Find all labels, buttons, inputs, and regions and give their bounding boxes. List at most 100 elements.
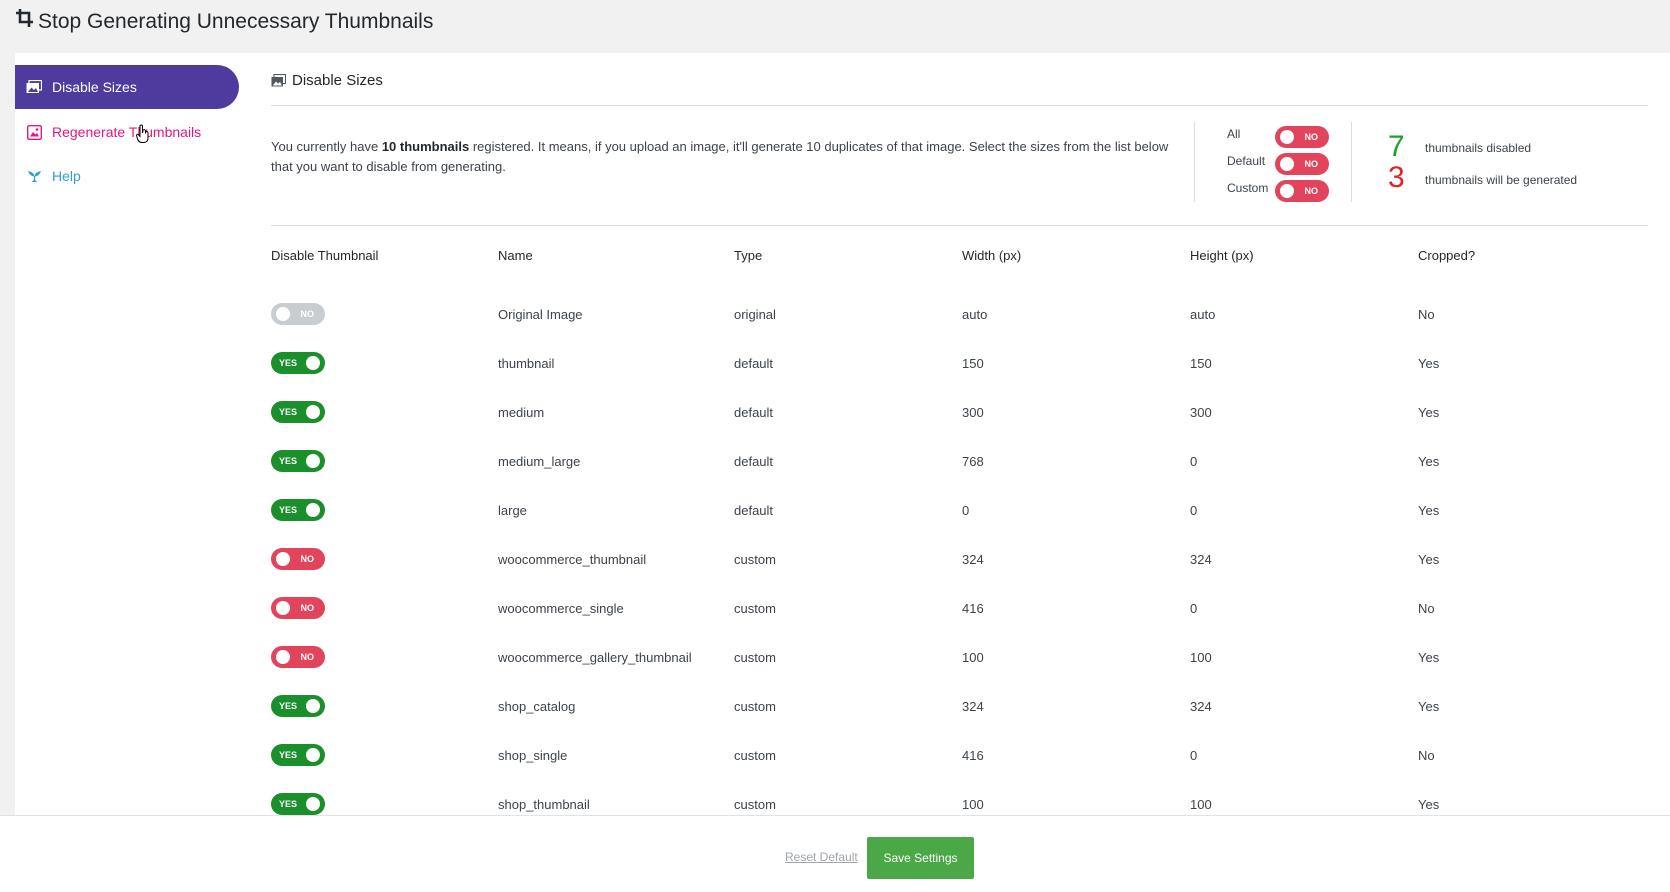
toggle-knob <box>306 503 320 517</box>
toggle-knob <box>1280 157 1294 171</box>
toggle-state: YES <box>279 701 298 711</box>
generated-label: thumbnails will be generated <box>1425 173 1578 187</box>
cell-type: default <box>734 454 774 469</box>
toggle-knob <box>276 601 290 615</box>
disabled-count: 7 <box>1388 130 1405 163</box>
sidebar-item-label: Regenerate Thumbnails <box>52 124 202 140</box>
cell-height: 0 <box>1190 454 1198 469</box>
toggle-state: YES <box>279 750 298 760</box>
crop-icon <box>16 9 33 27</box>
col-header-name: Name <box>498 248 533 263</box>
cell-type: default <box>734 356 774 371</box>
table-row: YES large default 0 0 Yes <box>0 488 1670 534</box>
cell-cropped: No <box>1418 748 1435 763</box>
cell-height: 100 <box>1190 797 1212 812</box>
page-header: Stop Generating Unnecessary Thumbnails <box>0 0 1670 53</box>
cell-type: original <box>734 307 776 322</box>
hand-cursor-icon <box>136 124 149 143</box>
cell-cropped: No <box>1418 601 1435 616</box>
divider <box>271 105 1648 106</box>
toggle-state: NO <box>300 652 315 662</box>
footer-bar: Reset Default Save Settings <box>0 815 1670 892</box>
cell-width: 100 <box>962 797 984 812</box>
cell-height: 0 <box>1190 601 1198 616</box>
row-toggle[interactable]: YES <box>271 352 325 374</box>
row-toggle[interactable]: YES <box>271 793 325 815</box>
cell-name: woocommerce_thumbnail <box>498 552 647 567</box>
toggle-knob <box>306 356 320 370</box>
cell-width: 100 <box>962 650 984 665</box>
disabled-label: thumbnails disabled <box>1425 141 1532 155</box>
row-toggle[interactable]: YES <box>271 401 325 423</box>
toggle-state: NO <box>1304 132 1319 142</box>
table-row: YES medium_large default 768 0 Yes <box>0 439 1670 485</box>
toggle-state: YES <box>279 799 298 809</box>
cell-cropped: Yes <box>1418 405 1440 420</box>
image-icon <box>25 123 43 141</box>
intro-bold: 10 thumbnails <box>381 139 470 154</box>
cell-width: 324 <box>962 552 984 567</box>
toggle-state: YES <box>279 407 298 417</box>
row-toggle[interactable]: NO <box>271 597 325 619</box>
toggle-state: YES <box>279 456 298 466</box>
cell-name: large <box>498 503 527 518</box>
table-row: NO woocommerce_gallery_thumbnail custom … <box>0 635 1670 681</box>
cell-width: 150 <box>962 356 984 371</box>
sidebar-item-disable-sizes[interactable]: Disable Sizes <box>15 65 239 109</box>
cell-height: 324 <box>1190 552 1212 567</box>
row-toggle[interactable]: NO <box>271 646 325 668</box>
generated-count: 3 <box>1388 161 1405 194</box>
toggle-knob <box>306 748 320 762</box>
cell-type: custom <box>734 601 776 616</box>
toggle-knob <box>306 797 320 811</box>
cell-name: shop_thumbnail <box>498 797 590 812</box>
save-settings-button[interactable]: Save Settings <box>867 837 974 879</box>
toggle-all[interactable]: NO <box>1275 126 1329 148</box>
sidebar-item-regenerate-thumbnails[interactable]: Regenerate Thumbnails <box>15 110 239 154</box>
cell-type: custom <box>734 699 776 714</box>
toggle-knob <box>1280 184 1294 198</box>
cell-type: custom <box>734 797 776 812</box>
toggle-knob <box>306 405 320 419</box>
cell-width: 416 <box>962 601 984 616</box>
col-header-disable: Disable Thumbnail <box>271 248 379 263</box>
row-toggle[interactable]: YES <box>271 450 325 472</box>
sidebar-item-label: Disable Sizes <box>52 79 137 95</box>
reset-default-link[interactable]: Reset Default <box>785 850 858 864</box>
cell-width: 324 <box>962 699 984 714</box>
toggle-knob <box>1280 130 1294 144</box>
page-title: Stop Generating Unnecessary Thumbnails <box>38 10 434 33</box>
sidebar-item-help[interactable]: Help <box>15 154 239 198</box>
cell-cropped: Yes <box>1418 503 1440 518</box>
cell-name: woocommerce_single <box>498 601 624 616</box>
col-header-height: Height (px) <box>1190 248 1254 263</box>
table-row: NO woocommerce_single custom 416 0 No <box>0 586 1670 632</box>
toggle-knob <box>306 454 320 468</box>
toggle-knob <box>276 650 290 664</box>
section-title-text: Disable Sizes <box>292 72 383 89</box>
divider <box>271 225 1648 226</box>
table-row: NO woocommerce_thumbnail custom 324 324 … <box>0 537 1670 583</box>
col-header-type: Type <box>734 248 763 263</box>
row-toggle[interactable]: NO <box>271 548 325 570</box>
table-row: YES shop_single custom 416 0 No <box>0 733 1670 779</box>
row-toggle[interactable]: NO <box>271 303 325 325</box>
cell-type: default <box>734 405 774 420</box>
cell-cropped: Yes <box>1418 454 1440 469</box>
row-toggle[interactable]: YES <box>271 695 325 717</box>
bulk-label-all: All <box>1227 127 1241 141</box>
cell-name: Original Image <box>498 307 583 322</box>
cell-name: medium <box>498 405 545 420</box>
divider <box>1351 122 1352 202</box>
row-toggle[interactable]: YES <box>271 744 325 766</box>
toggle-state: NO <box>300 554 315 564</box>
cell-cropped: Yes <box>1418 699 1440 714</box>
row-toggle[interactable]: YES <box>271 499 325 521</box>
divider <box>1194 122 1195 202</box>
toggle-knob <box>276 307 290 321</box>
sidebar-item-label: Help <box>52 168 81 184</box>
toggle-state: NO <box>1304 186 1319 196</box>
cell-height: 0 <box>1190 748 1198 763</box>
toggle-default[interactable]: NO <box>1275 153 1329 175</box>
toggle-custom[interactable]: NO <box>1275 180 1329 202</box>
